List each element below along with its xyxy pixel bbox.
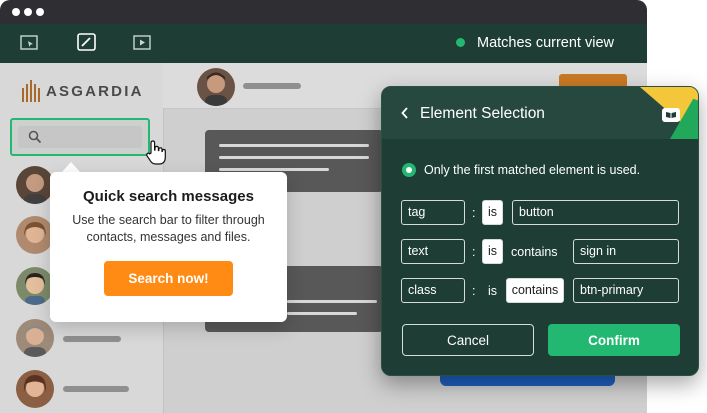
rule-operator-option[interactable]: is (488, 284, 497, 298)
rule-value-field[interactable]: sign in (573, 239, 679, 264)
rule-operator-button[interactable]: is (482, 200, 503, 225)
rule-value-field[interactable]: button (512, 200, 679, 225)
avatar[interactable] (16, 267, 54, 305)
hand-cursor-icon (146, 140, 166, 165)
element-selection-panel: Element Selection Only the first matched… (381, 86, 699, 376)
book-icon[interactable] (662, 108, 680, 122)
window-dot-icon[interactable] (24, 8, 32, 16)
avatar[interactable] (16, 370, 54, 408)
panel-title: Element Selection (420, 105, 545, 122)
first-match-radio[interactable] (402, 163, 416, 177)
rule-separator: : (472, 245, 476, 259)
status-dot-icon (456, 38, 465, 47)
match-status-text: Matches current view (477, 35, 614, 51)
avatar[interactable] (16, 319, 54, 357)
window-dot-icon[interactable] (12, 8, 20, 16)
contact-name-placeholder (63, 336, 121, 342)
rule-attribute-field[interactable]: tag (401, 200, 465, 225)
avatar[interactable] (197, 68, 235, 106)
rule-value-field[interactable]: btn-primary (573, 278, 679, 303)
rule-operator-button[interactable]: is (482, 239, 503, 264)
confirm-button[interactable]: Confirm (548, 324, 680, 356)
rule-attribute-field[interactable]: text (401, 239, 465, 264)
tooltip-body: Use the search bar to filter through con… (72, 213, 265, 244)
play-icon[interactable] (133, 35, 151, 50)
contact-name-placeholder (63, 386, 129, 392)
edit-icon[interactable] (77, 33, 96, 51)
back-chevron-icon[interactable] (400, 106, 410, 120)
window-dot-icon[interactable] (36, 8, 44, 16)
first-match-note: Only the first matched element is used. (424, 163, 641, 177)
rule-separator: : (472, 206, 476, 220)
rule-attribute-field[interactable]: class (401, 278, 465, 303)
rule-separator: : (472, 284, 476, 298)
search-now-button[interactable]: Search now! (104, 261, 233, 296)
rule-operator-button[interactable]: contains (506, 278, 564, 303)
contact-name-placeholder (243, 83, 301, 89)
search-icon (28, 130, 42, 144)
tooltip-title: Quick search messages (83, 188, 254, 205)
brand-logo-icon (22, 80, 40, 102)
rule-operator-option[interactable]: contains (511, 245, 558, 259)
brand-name: ASGARDIA (46, 83, 144, 100)
window-titlebar (0, 0, 647, 24)
avatar[interactable] (16, 216, 54, 254)
cancel-button[interactable]: Cancel (402, 324, 534, 356)
select-area-icon[interactable] (20, 35, 38, 50)
